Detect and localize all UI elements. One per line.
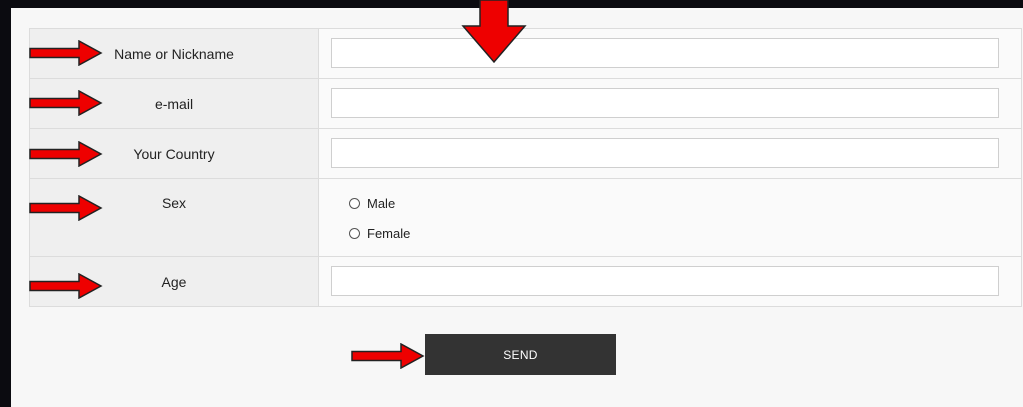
age-input-cell xyxy=(318,256,1022,307)
contact-form-table: Name or Nickname e-mail Your Country Sex xyxy=(29,28,1022,307)
form-row-sex: Sex Male Female xyxy=(29,178,1022,257)
radio-female[interactable]: Female xyxy=(349,225,410,241)
arrow-down-icon xyxy=(461,0,527,64)
radio-female-label[interactable]: Female xyxy=(367,226,410,241)
sex-options-cell: Male Female xyxy=(318,178,1022,257)
email-input[interactable] xyxy=(331,88,999,118)
radio-male-circle[interactable] xyxy=(349,197,360,209)
name-input-cell xyxy=(318,28,1022,79)
radio-female-circle[interactable] xyxy=(349,227,360,239)
country-input[interactable] xyxy=(331,138,999,168)
age-input[interactable] xyxy=(331,266,999,296)
form-row-email: e-mail xyxy=(29,78,1022,129)
arrow-right-icon xyxy=(29,90,103,116)
arrow-right-icon xyxy=(29,40,103,66)
send-button[interactable]: SEND xyxy=(425,334,616,375)
country-input-cell xyxy=(318,128,1022,179)
email-input-cell xyxy=(318,78,1022,129)
arrow-right-icon xyxy=(29,141,103,167)
arrow-right-icon xyxy=(29,273,103,299)
name-input[interactable] xyxy=(331,38,999,68)
radio-male[interactable]: Male xyxy=(349,195,410,211)
sex-radio-group: Male Female xyxy=(349,195,410,255)
form-row-country: Your Country xyxy=(29,128,1022,179)
form-page: Name or Nickname e-mail Your Country Sex xyxy=(11,8,1023,407)
form-row-age: Age xyxy=(29,256,1022,307)
arrow-right-icon xyxy=(351,343,425,369)
arrow-right-icon xyxy=(29,195,103,221)
radio-male-label[interactable]: Male xyxy=(367,196,395,211)
